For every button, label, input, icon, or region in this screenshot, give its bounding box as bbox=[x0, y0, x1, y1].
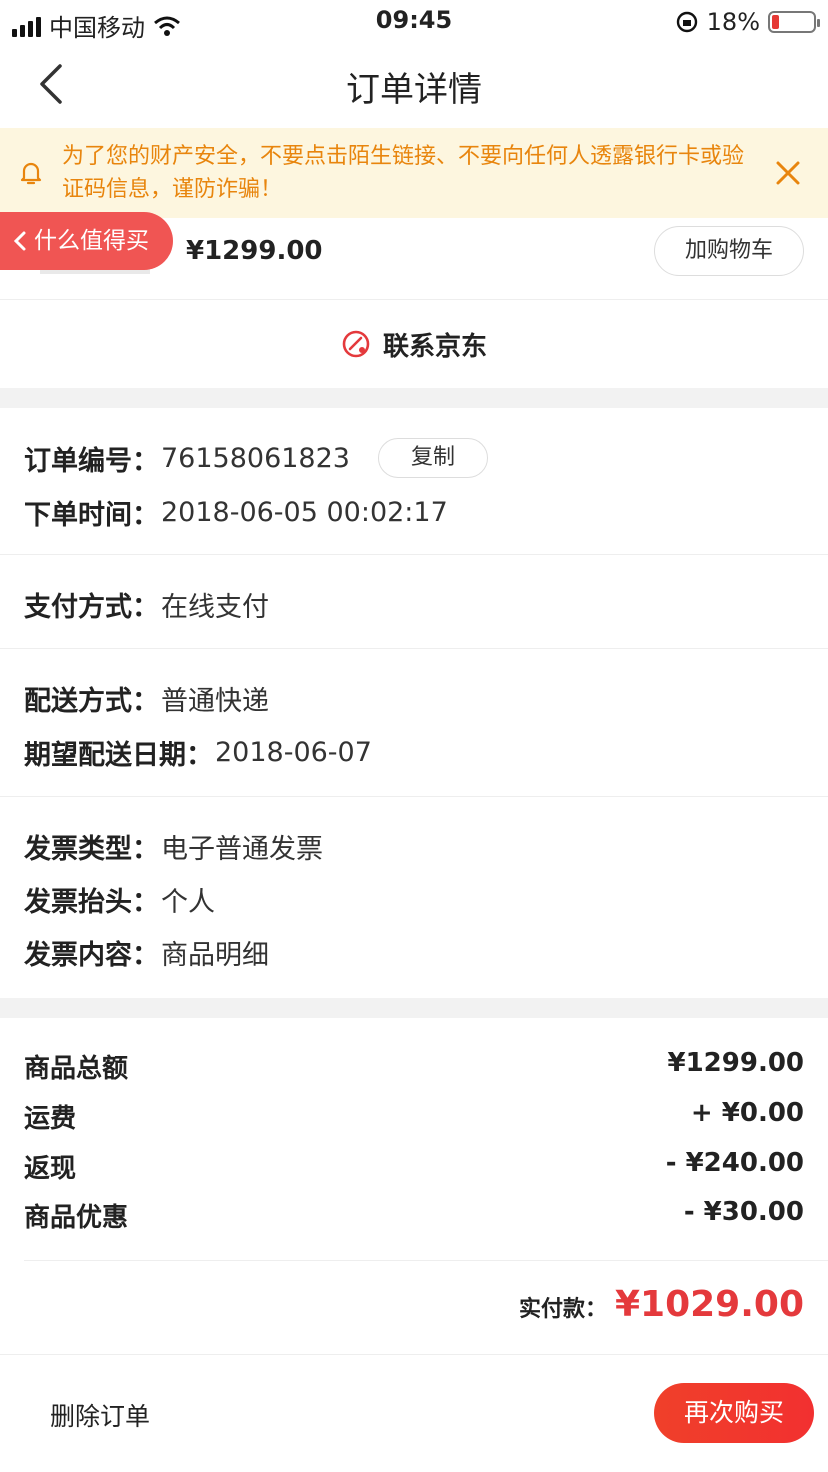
invoice-content-row: 发票内容： 商品明细 bbox=[24, 933, 269, 972]
divider bbox=[24, 1260, 828, 1261]
delivery-date-value: 2018-06-07 bbox=[215, 737, 372, 768]
bottom-action-bar: 删除订单 再次购买 bbox=[0, 1354, 828, 1472]
smzdm-return-button[interactable]: 什么值得买 bbox=[0, 212, 173, 270]
amount-row: 运费 + ¥0.00 bbox=[24, 1098, 804, 1135]
chevron-left-icon bbox=[13, 231, 26, 251]
amount-label: 商品优惠 bbox=[24, 1203, 129, 1233]
payment-value: 在线支付 bbox=[161, 592, 269, 623]
invoice-type-label: 发票类型： bbox=[24, 834, 159, 865]
delivery-method-row: 配送方式： 普通快递 bbox=[24, 679, 269, 718]
invoice-section: 发票类型： 电子普通发票 发票抬头： 个人 发票内容： 商品明细 bbox=[0, 797, 828, 998]
battery-percent: 18% bbox=[706, 8, 760, 36]
smzdm-label: 什么值得买 bbox=[34, 228, 149, 254]
notice-text: 为了您的财产安全，不要点击陌生链接、不要向任何人透露银行卡或验证码信息，谨防诈骗… bbox=[62, 144, 745, 202]
order-number-label: 订单编号： bbox=[24, 445, 159, 477]
amount-row: 返现 - ¥240.00 bbox=[24, 1148, 804, 1185]
add-to-cart-button[interactable]: 加购物车 bbox=[654, 226, 804, 276]
bell-icon bbox=[20, 162, 42, 185]
order-number-row: 订单编号： 76158061823 复制 bbox=[24, 438, 488, 478]
order-number-value: 76158061823 bbox=[161, 442, 350, 474]
payment-section: 支付方式： 在线支付 bbox=[0, 555, 828, 649]
delivery-date-label: 期望配送日期： bbox=[24, 740, 213, 771]
divider bbox=[0, 998, 828, 1018]
security-notice: 为了您的财产安全，不要点击陌生链接、不要向任何人透露银行卡或验证码信息，谨防诈骗… bbox=[0, 128, 828, 218]
invoice-type-value: 电子普通发票 bbox=[161, 834, 323, 865]
amount-value: - ¥30.00 bbox=[683, 1197, 804, 1227]
amount-row: 商品优惠 - ¥30.00 bbox=[24, 1197, 804, 1234]
product-price: ¥1299.00 bbox=[186, 236, 323, 266]
customer-service-icon bbox=[342, 330, 370, 358]
order-info-section: 订单编号： 76158061823 复制 下单时间： 2018-06-05 00… bbox=[0, 408, 828, 555]
paid-total: 实付款： ¥1029.00 bbox=[519, 1284, 804, 1325]
invoice-title-value: 个人 bbox=[161, 887, 215, 918]
delivery-date-row: 期望配送日期： 2018-06-07 bbox=[24, 733, 372, 772]
amount-label: 商品总额 bbox=[24, 1054, 129, 1084]
page-title: 订单详情 bbox=[346, 70, 482, 110]
contact-label: 联系京东 bbox=[382, 331, 487, 362]
amount-value: + ¥0.00 bbox=[690, 1098, 804, 1128]
invoice-content-value: 商品明细 bbox=[161, 940, 269, 971]
payment-label: 支付方式： bbox=[24, 592, 159, 623]
paid-label: 实付款： bbox=[518, 1297, 607, 1322]
invoice-title-row: 发票抬头： 个人 bbox=[24, 880, 215, 919]
divider bbox=[0, 388, 828, 408]
contact-jd-button[interactable]: 联系京东 bbox=[0, 300, 828, 388]
invoice-type-row: 发票类型： 电子普通发票 bbox=[24, 827, 323, 866]
delivery-method-value: 普通快递 bbox=[161, 686, 269, 717]
amount-row: 商品总额 ¥1299.00 bbox=[24, 1048, 804, 1085]
delivery-method-label: 配送方式： bbox=[24, 686, 159, 717]
order-time-value: 2018-06-05 00:02:17 bbox=[161, 497, 448, 528]
battery-icon bbox=[768, 11, 820, 33]
amount-label: 返现 bbox=[24, 1154, 77, 1184]
paid-value: ¥1029.00 bbox=[614, 1284, 804, 1325]
order-time-label: 下单时间： bbox=[24, 500, 159, 531]
amount-value: - ¥240.00 bbox=[665, 1148, 804, 1178]
invoice-content-label: 发票内容： bbox=[24, 940, 159, 971]
payment-row: 支付方式： 在线支付 bbox=[24, 585, 269, 624]
delete-order-button[interactable]: 删除订单 bbox=[50, 1397, 150, 1433]
rotation-lock-icon bbox=[676, 11, 697, 33]
status-bar: 中国移动 09:45 18% bbox=[0, 0, 828, 42]
nav-bar: 订单详情 bbox=[0, 42, 828, 126]
invoice-title-label: 发票抬头： bbox=[24, 887, 159, 918]
copy-button[interactable]: 复制 bbox=[377, 438, 488, 478]
amount-value: ¥1299.00 bbox=[667, 1048, 804, 1078]
order-time-row: 下单时间： 2018-06-05 00:02:17 bbox=[24, 493, 448, 532]
close-icon[interactable] bbox=[774, 159, 802, 187]
buy-again-button[interactable]: 再次购买 bbox=[654, 1383, 814, 1443]
delivery-section: 配送方式： 普通快递 期望配送日期： 2018-06-07 bbox=[0, 649, 828, 797]
amount-label: 运费 bbox=[24, 1104, 77, 1134]
